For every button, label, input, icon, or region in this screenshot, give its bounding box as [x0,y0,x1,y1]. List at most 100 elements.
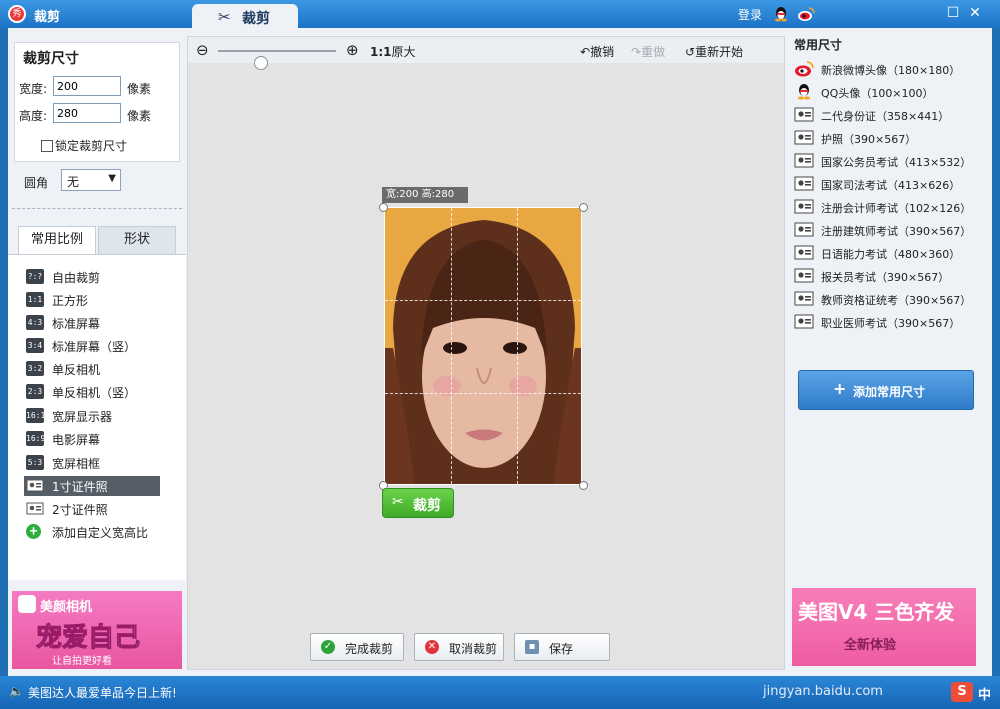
preset-id-card[interactable]: 二代身份证（358×441） [794,105,984,125]
preset-label: 新浪微博头像（180×180） [821,64,961,77]
restart-icon: ↺ [685,45,696,59]
id-card-icon [794,222,814,237]
zoom-in-icon[interactable]: ⊕ [346,41,359,59]
ratio-item-dslr-portrait[interactable]: 2:3 单反相机（竖） [24,382,160,402]
status-news-link[interactable]: 美图达人最爱单品今日上新! [28,684,177,701]
crop-handle-top-left[interactable] [379,203,388,212]
ratio-item-label: 添加自定义宽高比 [52,526,149,540]
width-label: 宽度: [19,82,48,96]
ratio-item-label: 正方形 [52,294,89,308]
ratio-3-4-icon: 3:4 [26,338,44,353]
ime-logo-icon[interactable]: S [951,682,973,702]
id-card-icon [794,153,814,168]
ratio-item-wide-frame[interactable]: 5:3 宽屏相框 [24,453,160,473]
preset-doctor-exam[interactable]: 职业医师考试（390×567） [794,312,984,332]
corner-value: 无 [67,175,80,189]
crop-size-panel: 裁剪尺寸 宽度: 像素 高度: 像素 锁定裁剪尺寸 [14,42,180,162]
maximize-button[interactable]: ☐ [944,4,962,22]
crop-apply-button[interactable]: ✂ 裁剪 [382,488,454,518]
tab-shape[interactable]: 形状 [98,226,176,254]
add-common-size-button[interactable]: + 添加常用尺寸 [798,370,974,410]
ratio-5-3-icon: 5:3 [26,455,44,470]
undo-button[interactable]: ↶撤销 [580,43,614,60]
app-logo-icon: 秀 [8,5,26,23]
speaker-icon: 🔈 [9,684,24,698]
id-card-icon [26,479,44,492]
preset-civil-service-exam[interactable]: 国家公务员考试（413×532） [794,151,984,171]
ratio-item-label: 1寸证件照 [52,480,108,494]
ime-mode-indicator[interactable]: 中 [978,684,991,703]
id-card-icon [794,291,814,306]
crop-handle-bottom-right[interactable] [579,481,588,490]
preset-passport[interactable]: 护照（390×567） [794,128,984,148]
height-input[interactable] [53,103,121,123]
ad-headline: 美图V4 三色齐发 [798,600,955,624]
preset-customs-exam[interactable]: 报关员考试（390×567） [794,266,984,286]
cancel-crop-button[interactable]: ✕ 取消裁剪 [414,633,504,661]
tab-common-ratio[interactable]: 常用比例 [18,226,96,254]
close-button[interactable]: ✕ [966,4,984,22]
ad-banner-meitu-phone[interactable]: 美图V4 三色齐发 全新体验 [792,588,976,666]
preset-qq-avatar[interactable]: QQ头像（100×100） [794,82,984,102]
corner-label: 圆角 [24,176,49,190]
login-link[interactable]: 登录 [738,6,762,23]
tab-crop[interactable]: ✂ 裁剪 [192,4,298,30]
preset-judicial-exam[interactable]: 国家司法考试（413×626） [794,174,984,194]
lock-size-checkbox[interactable]: 锁定裁剪尺寸 [41,137,127,154]
preset-cpa-exam[interactable]: 注册会计师考试（102×126） [794,197,984,217]
ratio-item-label: 标准屏幕 [52,317,101,331]
scissors-icon: ✂ [218,8,231,26]
ratio-item-free[interactable]: ?:? 自由裁剪 [24,267,160,287]
ad-subtext: 让自拍更好看 [52,656,112,667]
cancel-crop-label: 取消裁剪 [449,642,498,656]
preset-weibo-avatar[interactable]: 新浪微博头像（180×180） [794,59,984,79]
save-button[interactable]: ▪ 保存 [514,633,610,661]
restart-button[interactable]: ↺重新开始 [685,43,743,60]
zoom-ratio: 1:1 [370,45,392,59]
ratio-free-icon: ?:? [26,269,44,284]
preset-label: 职业医师考试（390×567） [821,317,961,330]
preset-architect-exam[interactable]: 注册建筑师考试（390×567） [794,220,984,240]
zoom-out-icon[interactable]: ⊖ [196,41,209,59]
edit-canvas: ⊖ ⊕ 1:1原大 ↶撤销 ↷重做 ↺重新开始 宽:200 高:280 ✂ 裁剪… [187,36,785,670]
preset-label: 教师资格证统考（390×567） [821,294,972,307]
ratio-item-2inch-photo[interactable]: 2寸证件照 [24,499,160,519]
zoom-slider[interactable] [218,50,336,70]
weibo-icon[interactable] [797,6,815,22]
plus-icon: + [833,379,847,398]
id-card-icon [794,245,814,260]
grid-line [517,208,518,484]
ratio-item-1inch-photo[interactable]: 1寸证件照 [24,476,160,496]
preset-label: 报关员考试（390×567） [821,271,950,284]
zoom-slider-thumb[interactable] [254,56,268,70]
ratio-item-label: 标准屏幕（竖） [52,340,137,354]
ratio-item-widescreen[interactable]: 16:10 宽屏显示器 [24,406,160,426]
ratio-item-standard[interactable]: 4:3 标准屏幕 [24,313,160,333]
qq-icon[interactable] [774,6,788,22]
status-bar: 🔈 美图达人最爱单品今日上新! jingyan.baidu.com S 中 [0,676,1000,709]
ad-banner-beauty-camera[interactable]: 美颜相机 宠爱自己 让自拍更好看 [12,591,182,669]
ratio-item-standard-portrait[interactable]: 3:4 标准屏幕（竖） [24,336,160,356]
grid-line [451,208,452,484]
checkbox-box[interactable] [41,140,53,152]
ratio-item-square[interactable]: 1:1 正方形 [24,290,160,310]
ratio-3-2-icon: 3:2 [26,361,44,376]
ratio-item-movie[interactable]: 16:9 电影屏幕 [24,429,160,449]
restart-label: 重新开始 [695,45,744,59]
crop-handle-top-right[interactable] [579,203,588,212]
original-size-button[interactable]: 1:1原大 [370,43,416,60]
add-custom-ratio[interactable]: + 添加自定义宽高比 [24,522,160,542]
redo-button[interactable]: ↷重做 [631,43,665,60]
ratio-item-dslr[interactable]: 3:2 单反相机 [24,359,160,379]
redo-icon: ↷ [631,45,642,59]
width-input[interactable] [53,76,121,96]
preset-label: 注册建筑师考试（390×567） [821,225,972,238]
plus-icon: + [26,524,41,539]
portrait-photo[interactable] [384,207,582,485]
finish-crop-button[interactable]: ✓ 完成裁剪 [310,633,404,661]
preset-label: 国家公务员考试（413×532） [821,156,972,169]
preset-teacher-exam[interactable]: 教师资格证统考（390×567） [794,289,984,309]
corner-select[interactable]: 无 ▼ [61,169,121,191]
portrait-image [385,208,581,484]
preset-japanese-exam[interactable]: 日语能力考试（480×360） [794,243,984,263]
